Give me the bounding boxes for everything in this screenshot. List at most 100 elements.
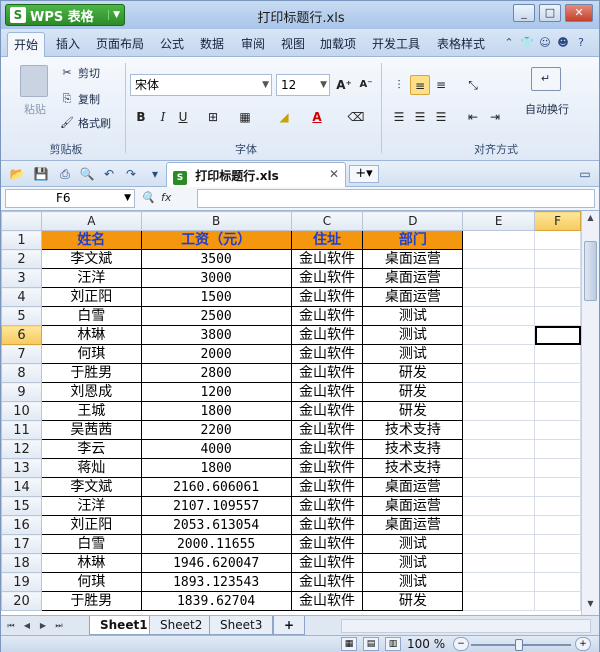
data-cell[interactable]: 测试: [362, 306, 464, 326]
select-all-corner[interactable]: [1, 211, 42, 231]
empty-cell[interactable]: [462, 268, 536, 288]
next-sheet-icon[interactable]: ▶: [37, 619, 49, 633]
data-cell[interactable]: 汪洋: [40, 496, 142, 516]
data-cell[interactable]: 研发: [362, 382, 464, 402]
empty-cell[interactable]: [534, 249, 581, 269]
tab-review[interactable]: 审阅: [241, 35, 265, 52]
empty-cell[interactable]: [534, 534, 581, 554]
data-cell[interactable]: 金山软件: [290, 496, 364, 516]
empty-cell[interactable]: [534, 344, 581, 364]
customize-icon[interactable]: ▾: [147, 166, 163, 182]
column-header-c[interactable]: C: [290, 211, 364, 231]
header-cell[interactable]: 姓名: [40, 230, 142, 250]
empty-cell[interactable]: [534, 401, 581, 421]
grow-font-button[interactable]: A⁺: [334, 75, 354, 95]
row-header[interactable]: 5: [1, 306, 42, 326]
empty-cell[interactable]: [462, 230, 536, 250]
font-color-button[interactable]: A: [307, 107, 327, 127]
data-cell[interactable]: 吴茜茜: [40, 420, 142, 440]
empty-cell[interactable]: [462, 591, 536, 611]
first-sheet-icon[interactable]: ⏮: [5, 619, 17, 633]
data-cell[interactable]: 李文斌: [40, 477, 142, 497]
zoom-formula-icon[interactable]: 🔍: [141, 191, 155, 204]
data-cell[interactable]: 刘恩成: [40, 382, 142, 402]
data-cell[interactable]: 蒋灿: [40, 458, 142, 478]
data-cell[interactable]: 测试: [362, 534, 464, 554]
fx-icon[interactable]: fx: [161, 191, 171, 204]
row-header[interactable]: 15: [1, 496, 42, 516]
data-cell[interactable]: 刘正阳: [40, 515, 142, 535]
empty-cell[interactable]: [462, 363, 536, 383]
zoom-in-icon[interactable]: +: [575, 637, 591, 651]
highlight-color-icon[interactable]: ◢: [274, 107, 294, 127]
skin-icon[interactable]: 👕: [520, 36, 534, 50]
print-preview-icon[interactable]: 🔍: [79, 166, 95, 182]
data-cell[interactable]: 2500: [140, 306, 292, 326]
header-cell[interactable]: 住址: [290, 230, 364, 250]
column-header-d[interactable]: D: [362, 211, 464, 231]
empty-cell[interactable]: [462, 572, 536, 592]
row-header[interactable]: 7: [1, 344, 42, 364]
data-cell[interactable]: 2200: [140, 420, 292, 440]
data-cell[interactable]: 金山软件: [290, 306, 364, 326]
data-cell[interactable]: 测试: [362, 553, 464, 573]
zoom-slider[interactable]: [471, 639, 571, 651]
data-cell[interactable]: 刘正阳: [40, 287, 142, 307]
spreadsheet-grid[interactable]: A B C D E F 1 姓名 工资（元） 住址 部门 2 李文斌 3500 金山软件 桌面运营…: [1, 211, 581, 615]
data-cell[interactable]: 桌面运营: [362, 249, 464, 269]
user-icon[interactable]: ☺: [538, 36, 552, 50]
data-cell[interactable]: 白雪: [40, 306, 142, 326]
bold-button[interactable]: B: [131, 107, 151, 127]
data-cell[interactable]: 3000: [140, 268, 292, 288]
empty-cell[interactable]: [462, 249, 536, 269]
empty-cell[interactable]: [534, 420, 581, 440]
tab-data[interactable]: 数据: [200, 35, 224, 52]
empty-cell[interactable]: [534, 477, 581, 497]
help-icon[interactable]: ?: [574, 36, 588, 50]
format-painter-button[interactable]: 🖌 格式刷: [59, 115, 111, 131]
italic-button[interactable]: I: [153, 107, 173, 127]
empty-cell[interactable]: [462, 344, 536, 364]
data-cell[interactable]: 研发: [362, 401, 464, 421]
cut-button[interactable]: ✂ 剪切: [59, 65, 100, 81]
empty-cell[interactable]: [534, 230, 581, 250]
clear-format-icon[interactable]: ⌫: [346, 107, 366, 127]
tab-start[interactable]: 开始: [7, 32, 46, 58]
data-cell[interactable]: 3800: [140, 325, 292, 345]
align-top-icon[interactable]: ⫶: [389, 75, 409, 95]
data-cell[interactable]: 1800: [140, 458, 292, 478]
row-header[interactable]: 20: [1, 591, 42, 611]
row-header[interactable]: 1: [1, 230, 42, 250]
vertical-scrollbar[interactable]: ▲ ▼: [581, 211, 599, 615]
data-cell[interactable]: 金山软件: [290, 591, 364, 611]
row-header[interactable]: 17: [1, 534, 42, 554]
empty-cell[interactable]: [534, 496, 581, 516]
data-cell[interactable]: 2000: [140, 344, 292, 364]
empty-cell[interactable]: [462, 534, 536, 554]
row-header[interactable]: 16: [1, 515, 42, 535]
row-header[interactable]: 2: [1, 249, 42, 269]
column-header-e[interactable]: E: [462, 211, 536, 231]
collapse-ribbon-icon[interactable]: ⌃: [502, 36, 516, 50]
wps-menu-button[interactable]: S WPS 表格 ▼: [5, 4, 125, 26]
sheet-tab-2[interactable]: Sheet2: [149, 616, 214, 635]
data-cell[interactable]: 2107.109557: [140, 496, 292, 516]
sheet-tab-3[interactable]: Sheet3: [209, 616, 274, 635]
formula-input[interactable]: [197, 189, 595, 208]
data-cell[interactable]: 金山软件: [290, 287, 364, 307]
empty-cell[interactable]: [462, 325, 536, 345]
maximize-button[interactable]: □: [539, 4, 561, 22]
save-icon[interactable]: 💾: [33, 166, 49, 182]
tab-addins[interactable]: 加载项: [320, 35, 356, 52]
data-cell[interactable]: 汪洋: [40, 268, 142, 288]
data-cell[interactable]: 李文斌: [40, 249, 142, 269]
avatar-icon[interactable]: ☻: [556, 36, 570, 50]
zoom-slider-knob[interactable]: [515, 639, 523, 651]
empty-cell[interactable]: [534, 363, 581, 383]
window-layout-icon[interactable]: ▭: [577, 166, 593, 182]
data-cell[interactable]: 于胜男: [40, 591, 142, 611]
data-cell[interactable]: 白雪: [40, 534, 142, 554]
page-layout-view-icon[interactable]: ▤: [363, 637, 379, 651]
scroll-up-icon[interactable]: ▲: [584, 213, 597, 227]
decrease-indent-icon[interactable]: ⇤: [463, 107, 483, 127]
